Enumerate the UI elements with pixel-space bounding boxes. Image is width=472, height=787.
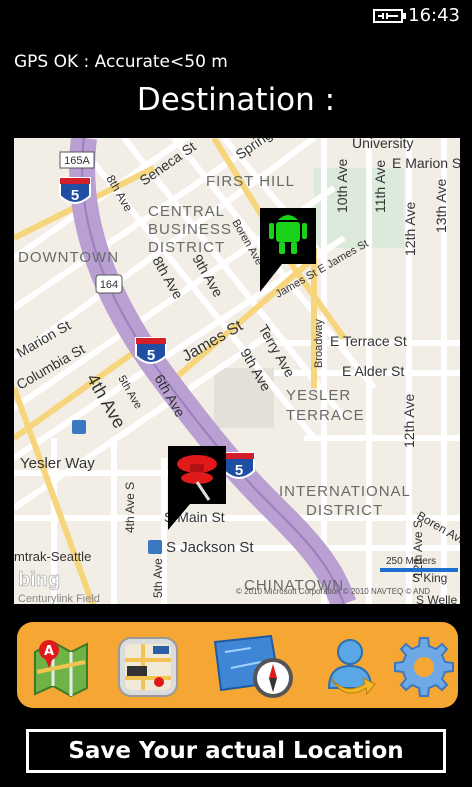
map-label-10th-ave: 10th Ave: [334, 159, 350, 213]
svg-text:164: 164: [100, 279, 118, 291]
contact-share-icon[interactable]: [315, 632, 385, 702]
map-label-yesler-way: Yesler Way: [20, 455, 95, 472]
map-label-amtrak: mtrak-Seattle: [14, 549, 91, 564]
current-location-pin[interactable]: [260, 208, 316, 292]
status-time: 16:43: [408, 5, 460, 26]
map-label-broadway: Broadway: [313, 319, 325, 368]
route-shield-164: 164: [95, 274, 123, 294]
map-label-business: BUSINESS: [148, 221, 232, 238]
route-shield-5: 5: [59, 177, 91, 204]
gps-status-text: GPS OK : Accurate<50 m: [14, 52, 228, 72]
map-label-jackson: S Jackson St: [166, 539, 254, 556]
map-label-yesler-terrace-1: YESLER: [286, 387, 351, 404]
map-label-central: CENTRAL: [148, 203, 225, 220]
map-label-king: S King: [412, 571, 447, 585]
status-bar: 16:43: [0, 0, 472, 34]
map-label-yesler-terrace-2: TERRACE: [286, 407, 365, 424]
park-area: [314, 168, 404, 248]
gps-navigation-icon[interactable]: [113, 632, 183, 702]
map-label-downtown: DOWNTOWN: [18, 249, 119, 266]
svg-text:A: A: [44, 644, 54, 659]
map-view[interactable]: 165A 5 164 5 5 FIRST HILL CENTRAL BUSINE…: [14, 138, 460, 604]
destination-heading: Destination :: [136, 82, 336, 118]
route-shield-5: 5: [223, 452, 255, 479]
map-label-13th-ave: 13th Ave: [433, 179, 449, 233]
map-label-district: DISTRICT: [148, 239, 225, 256]
map-label-international-2: DISTRICT: [306, 502, 383, 519]
map-label-stadium: Centurylink Field: [18, 593, 100, 604]
destination-pin[interactable]: [168, 446, 226, 530]
app-launcher-bar: A: [17, 622, 458, 708]
map-label-12th-ave: 12th Ave: [402, 202, 418, 256]
map-label-terrace-e: E Terrace St: [330, 333, 407, 349]
route-shield-5: 5: [135, 337, 167, 364]
map-label-university: University: [352, 138, 413, 151]
map-compass-icon[interactable]: [211, 632, 305, 702]
save-location-button[interactable]: Save Your actual Location: [26, 729, 446, 773]
map-label-alder-e: E Alder St: [342, 363, 404, 379]
bing-logo: bing: [18, 569, 60, 591]
svg-text:250 Meters: 250 Meters: [386, 556, 436, 567]
svg-text:5: 5: [235, 462, 243, 479]
map-label-5th-ave-s: 5th Ave S: [151, 547, 165, 598]
map-label-12th-ave-mid: 12th Ave: [401, 394, 417, 448]
map-label-4th-ave-s: 4th Ave S: [123, 482, 137, 533]
svg-text:5: 5: [71, 187, 79, 204]
map-copyright: © 2010 Microsoft Corporation © 2010 NAVT…: [236, 587, 430, 596]
svg-text:165A: 165A: [64, 155, 90, 167]
maps-app-icon[interactable]: A: [25, 632, 95, 702]
settings-gear-icon[interactable]: [389, 632, 459, 702]
map-label-international-1: INTERNATIONAL: [279, 483, 411, 500]
map-label-11th-ave: 11th Ave: [372, 160, 388, 213]
map-label-first-hill: FIRST HILL: [206, 173, 295, 190]
route-shield-165a: 165A: [59, 151, 95, 169]
battery-charging-icon: [373, 9, 406, 23]
svg-text:5: 5: [147, 347, 155, 364]
map-label-marion-e: E Marion S: [392, 155, 460, 171]
